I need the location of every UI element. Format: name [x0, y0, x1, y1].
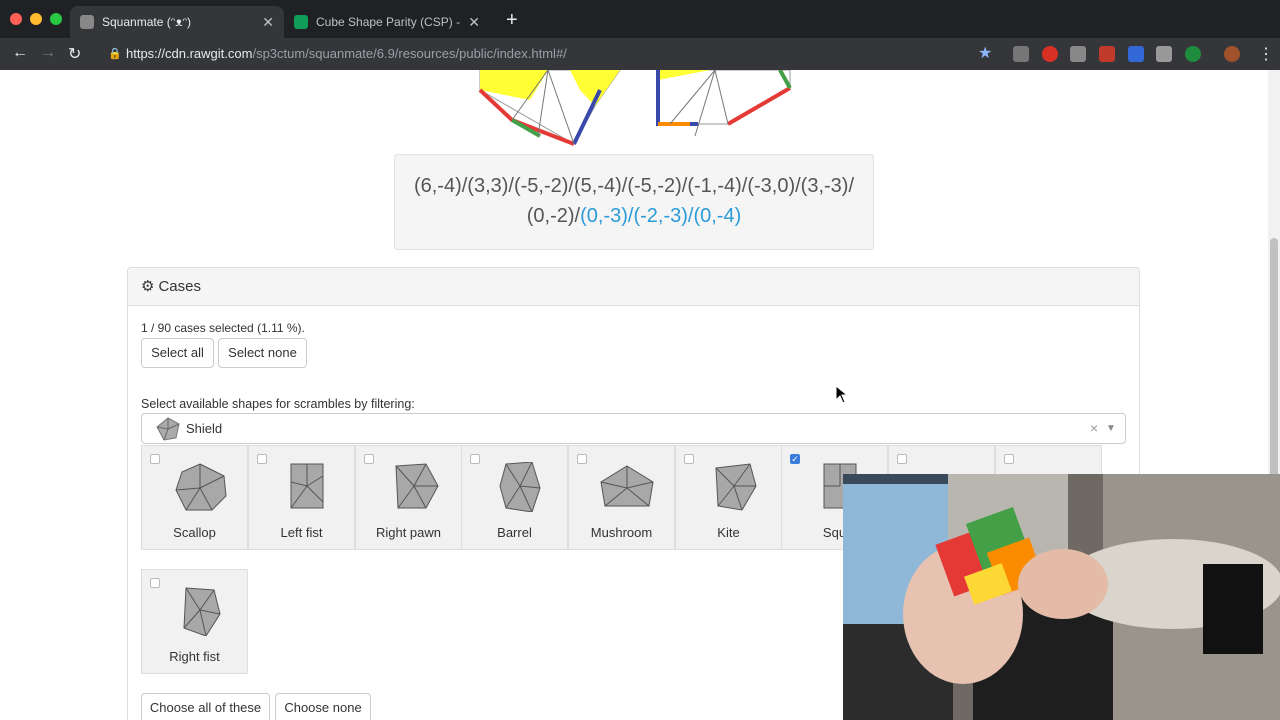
- bookmark-star-icon[interactable]: ★: [978, 43, 992, 63]
- dropdown-caret-icon[interactable]: ▼: [1106, 414, 1116, 443]
- back-icon[interactable]: ←: [12, 44, 28, 62]
- tab-title: Cube Shape Parity (CSP) - Goo: [316, 15, 462, 29]
- new-tab-icon[interactable]: +: [506, 9, 518, 32]
- scramble-line-2: (0,-2)/(0,-3)/(-2,-3)/(0,-4): [395, 201, 873, 231]
- extension-icon[interactable]: [1070, 46, 1086, 62]
- forward-icon[interactable]: →: [40, 44, 56, 62]
- gear-icon: ⚙: [141, 278, 155, 295]
- profile-avatar[interactable]: [1224, 46, 1240, 62]
- extension-icon[interactable]: [1128, 46, 1144, 62]
- mushroom-shape-icon: [600, 465, 654, 507]
- shape-label: Right fist: [169, 649, 220, 664]
- shape-checkbox-checked[interactable]: ✓: [790, 454, 800, 464]
- scramble-highlighted-part: (0,-3)/(-2,-3)/(0,-4): [580, 205, 742, 227]
- shape-label: Barrel: [497, 525, 532, 540]
- shape-label: Left fist: [280, 525, 323, 540]
- tab-bar: Squanmate (ᵔᴥᵔ) ✕ Cube Shape Parity (CSP…: [0, 0, 1280, 38]
- shape-card-right-pawn[interactable]: Right pawn: [355, 445, 462, 550]
- shape-card-right-fist[interactable]: Right fist: [141, 569, 248, 674]
- drive-extension-icon[interactable]: [1013, 46, 1029, 62]
- shape-checkbox[interactable]: [684, 454, 694, 464]
- shape-checkbox[interactable]: [577, 454, 587, 464]
- shape-card-left-fist[interactable]: Left fist: [248, 445, 355, 550]
- selection-count: 1 / 90 cases selected (1.11 %).: [141, 321, 305, 335]
- extension-icon[interactable]: [1156, 46, 1172, 62]
- shape-filter-select[interactable]: Shield × ▼: [141, 413, 1126, 444]
- adblock-extension-icon[interactable]: [1042, 46, 1058, 62]
- webcam-video-frame: [843, 474, 1280, 720]
- scramble-line-1: (6,-4)/(3,3)/(-5,-2)/(5,-4)/(-5,-2)/(-1,…: [413, 175, 855, 197]
- close-tab-icon[interactable]: ✕: [468, 14, 480, 31]
- choose-all-button[interactable]: Choose all of these: [141, 693, 270, 720]
- url-path: /sp3ctum/squanmate/6.9/resources/public/…: [252, 46, 567, 61]
- tab-squanmate[interactable]: Squanmate (ᵔᴥᵔ) ✕: [70, 6, 284, 38]
- right-pawn-shape-icon: [395, 463, 439, 509]
- lock-icon: 🔒: [108, 48, 122, 60]
- shape-checkbox[interactable]: [150, 454, 160, 464]
- kite-shape-icon: [715, 463, 757, 511]
- right-fist-shape-icon: [183, 587, 221, 636]
- webcam-overlay: [843, 474, 1280, 720]
- maximize-window-icon[interactable]: [50, 13, 62, 25]
- shield-shape-icon: [156, 417, 180, 441]
- select-none-button[interactable]: Select none: [218, 338, 307, 368]
- extension-icon[interactable]: [1099, 46, 1115, 62]
- choose-none-button[interactable]: Choose none: [275, 693, 371, 720]
- shape-label: Kite: [717, 525, 740, 540]
- shape-label: Mushroom: [590, 525, 653, 540]
- shape-checkbox[interactable]: [150, 578, 160, 588]
- shape-checkbox[interactable]: [470, 454, 480, 464]
- barrel-shape-icon: [499, 462, 541, 512]
- scramble-shape-diagram: [478, 70, 792, 146]
- shape-label: Right pawn: [375, 525, 442, 540]
- shape-label: Scallop: [173, 525, 216, 540]
- shape-checkbox[interactable]: [897, 454, 907, 464]
- tab-title: Squanmate (ᵔᴥᵔ): [102, 15, 192, 29]
- shape-checkbox[interactable]: [257, 454, 267, 464]
- sheets-favicon-icon: [294, 15, 308, 29]
- scramble-plain-part: (0,-2)/: [526, 205, 581, 227]
- browser-menu-icon[interactable]: ⋮: [1258, 44, 1274, 64]
- filter-label: Select available shapes for scrambles by…: [141, 397, 415, 411]
- squanmate-favicon-icon: [80, 15, 94, 29]
- cases-title: Cases: [158, 278, 201, 295]
- left-fist-shape-icon: [290, 463, 324, 509]
- shape-checkbox[interactable]: [1004, 454, 1014, 464]
- shape-card-scallop[interactable]: Scallop: [141, 445, 248, 550]
- minimize-window-icon[interactable]: [30, 13, 42, 25]
- reload-icon[interactable]: ↻: [68, 44, 81, 64]
- scramble-box: (6,-4)/(3,3)/(-5,-2)/(5,-4)/(-5,-2)/(-1,…: [394, 154, 874, 250]
- tab-cube-shape-parity[interactable]: Cube Shape Parity (CSP) - Goo ✕: [284, 6, 490, 38]
- browser-toolbar: ← → ↻ 🔒 https://cdn.rawgit.com/sp3ctum/s…: [0, 38, 1280, 70]
- scallop-shape-icon: [175, 463, 227, 511]
- shape-card-barrel[interactable]: Barrel: [461, 445, 568, 550]
- clear-filter-icon[interactable]: ×: [1090, 414, 1098, 443]
- shape-card-mushroom[interactable]: Mushroom: [568, 445, 675, 550]
- shape-card-kite[interactable]: Kite: [675, 445, 782, 550]
- filter-value: Shield: [186, 421, 223, 436]
- mouse-cursor-icon: [836, 386, 848, 404]
- url-host: https://cdn.rawgit.com: [126, 46, 253, 61]
- select-all-button[interactable]: Select all: [141, 338, 214, 368]
- close-tab-icon[interactable]: ✕: [262, 14, 274, 31]
- close-window-icon[interactable]: [10, 13, 22, 25]
- address-bar[interactable]: 🔒 https://cdn.rawgit.com/sp3ctum/squanma…: [100, 41, 1005, 67]
- extension-icon[interactable]: [1185, 46, 1201, 62]
- cases-panel-header: ⚙ Cases: [128, 268, 1139, 306]
- shape-checkbox[interactable]: [364, 454, 374, 464]
